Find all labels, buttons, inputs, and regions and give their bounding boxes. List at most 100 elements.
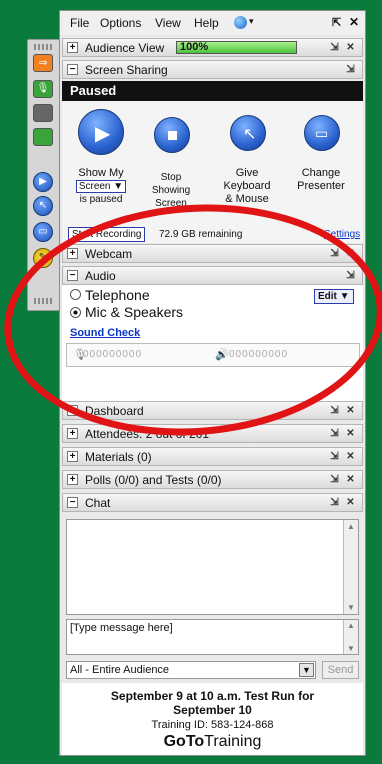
- webcam-icon[interactable]: [33, 104, 53, 122]
- give-keyboard-mouse-button[interactable]: ↖: [230, 115, 266, 151]
- expand-icon[interactable]: +: [67, 451, 78, 462]
- settings-link[interactable]: Settings: [324, 229, 360, 240]
- materials-header[interactable]: + Materials (0) ⇲ ✕: [62, 447, 363, 466]
- expand-icon[interactable]: +: [67, 42, 78, 53]
- screen-sharing-header[interactable]: − Screen Sharing ⇲: [62, 60, 363, 79]
- popout-icon[interactable]: ⇲: [329, 474, 340, 485]
- close-icon[interactable]: ✕: [345, 474, 356, 485]
- screen-sharing-body: ▶ ↖ ▭ Show My Screen ▼ is paused Stop Sh…: [62, 101, 363, 243]
- close-icon[interactable]: ✕: [345, 42, 356, 53]
- sharing-status-bar: Paused: [62, 81, 363, 101]
- collapse-arrow-icon[interactable]: ⇒: [33, 54, 53, 72]
- webcam-header[interactable]: + Webcam ⇲ ✕: [62, 244, 363, 263]
- audio-edit-button[interactable]: Edit ▼: [314, 289, 354, 304]
- presenter-icon: ▭: [315, 125, 329, 141]
- chat-label: Chat: [85, 496, 111, 510]
- close-icon[interactable]: ✕: [345, 248, 356, 259]
- webcam-label: Webcam: [85, 247, 133, 261]
- menu-file[interactable]: File: [70, 16, 89, 30]
- menu-view[interactable]: View: [155, 16, 181, 30]
- close-icon[interactable]: ✕: [345, 428, 356, 439]
- close-icon[interactable]: ✕: [345, 497, 356, 508]
- collapse-icon[interactable]: −: [67, 497, 78, 508]
- gototraining-logo: GoToTraining: [163, 733, 262, 750]
- toolbar-grip-bottom[interactable]: [34, 298, 52, 304]
- audio-label: Audio: [85, 269, 116, 283]
- close-icon[interactable]: ✕: [345, 451, 356, 462]
- microphone-icon[interactable]: 🎙: [33, 80, 53, 98]
- control-toolbar: ⇒ 🎙 ▶ ↖ ▭ ✎: [27, 39, 60, 311]
- telephone-label: Telephone: [85, 287, 150, 303]
- mic-speakers-label: Mic & Speakers: [85, 304, 184, 320]
- screen-share-icon[interactable]: [33, 128, 53, 146]
- expand-icon[interactable]: +: [67, 428, 78, 439]
- speaker-level: 000000000: [229, 349, 289, 360]
- scroll-up-icon[interactable]: ▲: [347, 621, 355, 630]
- chevron-down-icon[interactable]: ▼: [299, 663, 314, 677]
- polls-header[interactable]: + Polls (0/0) and Tests (0/0) ⇲ ✕: [62, 470, 363, 489]
- screen-sharing-label: Screen Sharing: [85, 63, 168, 77]
- audience-view-header[interactable]: + Audience View 100% ⇲ ✕: [62, 38, 363, 57]
- play-icon[interactable]: ▶: [33, 172, 53, 192]
- training-id: Training ID: 583-124-868: [151, 719, 274, 731]
- polls-label: Polls (0/0) and Tests (0/0): [85, 473, 222, 487]
- show-my-screen-button[interactable]: ▶: [78, 109, 124, 155]
- audience-view-meter: 100%: [176, 41, 297, 54]
- expand-icon[interactable]: +: [67, 405, 78, 416]
- stop-icon: [168, 131, 177, 140]
- dashboard-header[interactable]: + Dashboard ⇲ ✕: [62, 401, 363, 420]
- scroll-up-icon[interactable]: ▲: [347, 522, 355, 531]
- popout-icon[interactable]: ⇲: [345, 270, 356, 281]
- popout-icon[interactable]: ⇱: [332, 16, 341, 29]
- popout-icon[interactable]: ⇲: [329, 405, 340, 416]
- popout-icon[interactable]: ⇲: [329, 42, 340, 53]
- globe-icon[interactable]: [234, 16, 247, 29]
- chat-recipient-select[interactable]: All - Entire Audience ▼: [66, 661, 316, 679]
- screen-select[interactable]: Screen ▼: [75, 180, 127, 193]
- chat-log[interactable]: ▲ ▼: [66, 519, 359, 615]
- presenter-icon[interactable]: ▭: [33, 222, 53, 242]
- close-icon[interactable]: ✕: [349, 15, 359, 29]
- popout-icon[interactable]: ⇲: [329, 497, 340, 508]
- telephone-radio[interactable]: [70, 289, 81, 300]
- collapse-icon[interactable]: −: [67, 64, 78, 75]
- session-title-line1: September 9 at 10 a.m. Test Run for: [110, 689, 315, 703]
- mic-speakers-radio[interactable]: [70, 307, 81, 318]
- message-scrollbar[interactable]: ▲ ▼: [343, 620, 358, 654]
- popout-icon[interactable]: ⇲: [345, 64, 356, 75]
- dashboard-label: Dashboard: [85, 404, 144, 418]
- show-my-screen-label: Show My Screen ▼ is paused: [64, 167, 138, 206]
- draw-icon[interactable]: ✎: [33, 248, 53, 268]
- expand-icon[interactable]: +: [67, 474, 78, 485]
- attendees-header[interactable]: + Attendees: 2 out of 201 ⇲ ✕: [62, 424, 363, 443]
- menu-help[interactable]: Help: [194, 16, 219, 30]
- sound-check-link[interactable]: Sound Check: [70, 327, 140, 339]
- chat-message-input[interactable]: [Type message here] ▲ ▼: [66, 619, 359, 655]
- sharing-status: Paused: [70, 83, 117, 98]
- audio-header[interactable]: − Audio ⇲: [62, 266, 363, 285]
- control-panel: File Options View Help ▾ ⇱ ✕ + Audience …: [59, 10, 366, 756]
- scroll-down-icon[interactable]: ▼: [347, 603, 355, 612]
- cursor-icon[interactable]: ↖: [33, 196, 53, 216]
- chat-scrollbar[interactable]: ▲ ▼: [343, 520, 358, 614]
- chevron-down-icon[interactable]: ▾: [249, 16, 254, 27]
- send-button[interactable]: Send: [322, 661, 359, 679]
- toolbar-grip[interactable]: [34, 44, 52, 50]
- menu-bar: File Options View Help ▾ ⇱ ✕: [60, 11, 365, 35]
- start-recording-button[interactable]: Start Recording: [68, 227, 146, 242]
- stop-showing-button[interactable]: [154, 117, 190, 153]
- change-presenter-button[interactable]: ▭: [304, 115, 340, 151]
- close-icon[interactable]: ✕: [345, 405, 356, 416]
- collapse-icon[interactable]: −: [67, 270, 78, 281]
- change-presenter-label: Change Presenter: [297, 167, 345, 192]
- popout-icon[interactable]: ⇲: [329, 428, 340, 439]
- chat-recipient-value: All - Entire Audience: [70, 664, 170, 676]
- popout-icon[interactable]: ⇲: [329, 248, 340, 259]
- chat-header[interactable]: − Chat ⇲ ✕: [62, 493, 363, 512]
- expand-icon[interactable]: +: [67, 248, 78, 259]
- menu-options[interactable]: Options: [100, 16, 141, 30]
- popout-icon[interactable]: ⇲: [329, 451, 340, 462]
- scroll-down-icon[interactable]: ▼: [347, 644, 355, 653]
- chat-placeholder: [Type message here]: [70, 622, 173, 634]
- give-keyboard-label: Give Keyboard & Mouse: [223, 167, 271, 205]
